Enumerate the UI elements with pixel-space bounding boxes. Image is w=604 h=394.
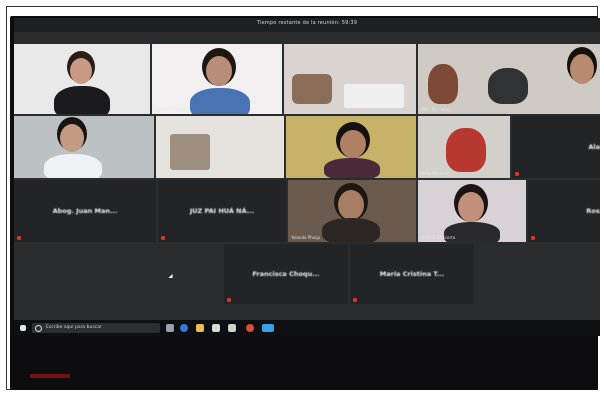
zoom-icon[interactable] (262, 324, 274, 332)
mail-icon[interactable] (228, 324, 236, 332)
video-tile[interactable]: Yolanda Phoqu (288, 180, 416, 242)
video-tile[interactable]: Ofic. Tec. Adm. (418, 44, 600, 114)
chrome-icon[interactable] (246, 324, 254, 332)
participant-label: Marcela (17, 107, 33, 112)
video-tile[interactable]: Carmen Castillo (152, 44, 282, 114)
video-tile[interactable]: Abog. Juan Man... (14, 180, 156, 242)
edge-icon[interactable] (180, 324, 188, 332)
video-tile[interactable]: Francisca Choqu... (224, 244, 348, 304)
meeting-timer: Tiempo restante de la reunión: 59:39 (256, 20, 358, 26)
participant-head (458, 192, 484, 222)
participant-label: Carmen Castillo (155, 107, 187, 112)
task-view-icon[interactable] (166, 324, 174, 332)
participant-head (570, 54, 594, 84)
windows-start-icon[interactable] (20, 325, 26, 331)
participant-label: Ofic. Tec. Adm. (421, 107, 451, 112)
participant-head (206, 56, 232, 86)
search-placeholder: Escribe aquí para buscar (46, 325, 102, 330)
mic-muted-icon (353, 298, 357, 302)
windows-taskbar: Escribe aquí para buscar (14, 320, 600, 336)
room-scene (344, 84, 404, 108)
participant-head (338, 190, 364, 220)
participant-name: Alaiz (588, 143, 600, 151)
taskbar-search-box[interactable]: Escribe aquí para buscar (32, 323, 160, 333)
mic-muted-icon (161, 236, 165, 240)
store-icon[interactable] (212, 324, 220, 332)
participant-label: Nidia Mamani (421, 171, 449, 176)
video-tile[interactable]: JUZ PAI HUÁ NÁ... (158, 180, 286, 242)
mic-muted-icon (17, 236, 21, 240)
search-icon (35, 325, 42, 332)
video-tile[interactable]: Alaiz (512, 116, 600, 178)
mic-muted-icon (531, 236, 535, 240)
file-explorer-icon[interactable] (196, 324, 204, 332)
mic-muted-icon (515, 172, 519, 176)
mic-muted-icon (227, 298, 231, 302)
participant-head (60, 124, 84, 152)
participant-body (446, 128, 486, 172)
video-tile[interactable]: Natalia Villacorta (418, 180, 526, 242)
video-tile[interactable]: Nidia Mamani (418, 116, 510, 178)
participant-name: Rosa (586, 207, 600, 215)
room-scene (292, 74, 332, 104)
video-tile[interactable]: Rosa (528, 180, 600, 242)
participant-body (44, 154, 102, 178)
participant-head (70, 58, 92, 84)
participant-label: Natalia Villacorta (421, 235, 456, 240)
monitor-power-light (30, 374, 70, 378)
video-tile[interactable]: Marcela (14, 44, 150, 114)
group-scene (488, 68, 528, 104)
video-tile[interactable] (14, 116, 154, 178)
participant-body (54, 86, 110, 114)
participant-name: JUZ PAI HUÁ NÁ... (189, 207, 255, 215)
video-tile[interactable] (284, 44, 416, 114)
participant-label: Yolanda Phoqu (291, 235, 321, 240)
video-tile[interactable] (286, 116, 416, 178)
participant-body (190, 88, 250, 114)
meeting-top-bar: Tiempo restante de la reunión: 59:39 (14, 18, 600, 32)
participant-name: María Cristina T... (379, 270, 445, 278)
participant-name: Abog. Juan Man... (52, 207, 118, 215)
participant-body (324, 158, 380, 178)
participant-head (340, 130, 366, 158)
zoom-window: Tiempo restante de la reunión: 59:39 Mar… (14, 18, 600, 336)
participant-body (322, 218, 380, 242)
participant-name: Francisca Choqu... (252, 270, 320, 278)
group-scene (428, 64, 458, 104)
video-tile[interactable]: María Cristina T... (350, 244, 474, 304)
room-scene (170, 134, 210, 170)
video-tile[interactable] (156, 116, 284, 178)
